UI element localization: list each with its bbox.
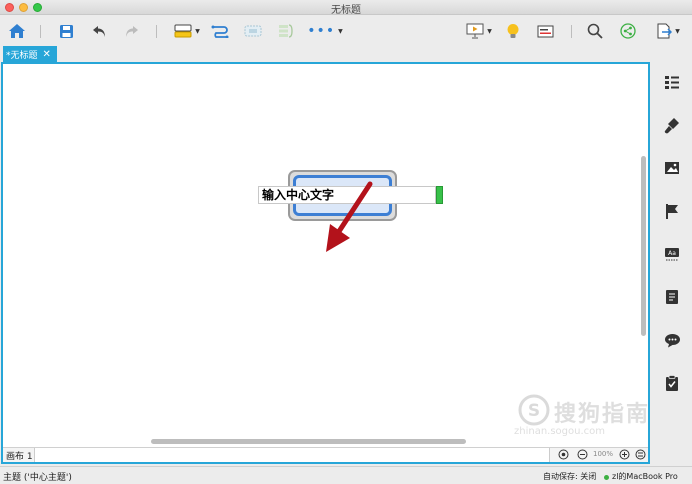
tab-strip: *无标题 ✕ [0, 46, 660, 62]
comment-button[interactable] [662, 330, 682, 350]
task-icon [666, 374, 678, 391]
notes-icon [666, 290, 678, 304]
online-status-icon [604, 475, 609, 480]
insert-topic-button[interactable]: ▼ [170, 20, 204, 42]
chevron-down-icon: ▼ [487, 27, 492, 35]
title-bar: 无标题 [0, 0, 692, 16]
tab-close-icon[interactable]: ✕ [43, 49, 51, 60]
undo-icon [92, 26, 105, 37]
zoom-out-icon[interactable] [577, 449, 588, 463]
save-icon [59, 24, 73, 38]
gantt-button[interactable] [534, 20, 556, 42]
image-button[interactable] [662, 158, 682, 178]
text-editor-resize-handle[interactable] [436, 186, 443, 204]
more-icon: ••• [307, 23, 336, 39]
marker-icon [666, 203, 678, 219]
map-view-icon[interactable] [558, 449, 569, 463]
chevron-down-icon: ▼ [338, 27, 343, 35]
tab-untitled[interactable]: *无标题 ✕ [3, 46, 57, 62]
watermark-url: zhinan.sogou.com [514, 426, 606, 437]
boundary-button[interactable] [242, 20, 264, 42]
redo-button[interactable] [120, 20, 142, 42]
watermark: S 搜狗指南 zhinan.sogou.com [512, 394, 672, 438]
undo-button[interactable] [88, 20, 110, 42]
presentation-icon [466, 23, 484, 39]
search-button[interactable] [584, 20, 606, 42]
export-icon [657, 23, 673, 39]
tab-label: *无标题 [6, 50, 38, 61]
sheet-tabs-area [34, 448, 550, 462]
toolbar-separator [156, 25, 157, 38]
task-button[interactable] [662, 373, 682, 393]
text-style-icon: Aa [665, 248, 679, 261]
summary-icon [279, 24, 293, 38]
relationship-icon [211, 25, 229, 38]
vertical-scrollbar[interactable] [641, 156, 646, 336]
fit-view-icon[interactable] [635, 449, 646, 463]
more-button[interactable]: ••• ▼ [307, 20, 343, 42]
brainstorm-icon [507, 23, 519, 38]
outline-icon [665, 75, 679, 89]
svg-text:Aa: Aa [668, 250, 676, 257]
brainstorm-button[interactable] [502, 20, 524, 42]
zoom-level: 100% [593, 450, 614, 458]
presentation-button[interactable]: ▼ [462, 20, 496, 42]
gantt-icon [537, 25, 553, 37]
toolbar: ▼ ••• ▼ ▼ ▼ [0, 16, 692, 46]
sheet-bar: 画布 1 100% [3, 447, 648, 462]
sheet-tab-label[interactable]: 画布 1 [6, 449, 33, 462]
app-window: 无标题 ▼ ••• ▼ ▼ ▼ *无标题 ✕ 画布 1 100% 输入中心文字 … [0, 0, 692, 484]
format-button[interactable] [662, 115, 682, 135]
home-button[interactable] [6, 20, 28, 42]
text-style-button[interactable]: Aa [662, 244, 682, 264]
svg-text:S: S [528, 401, 540, 421]
chevron-down-icon: ▼ [675, 27, 680, 35]
toolbar-separator [571, 25, 572, 38]
chevron-down-icon: ▼ [195, 27, 200, 35]
zoom-in-icon[interactable] [619, 449, 630, 463]
toolbar-separator [40, 25, 41, 38]
marker-button[interactable] [662, 201, 682, 221]
selected-topic-status: 主题 ('中心主题') [3, 473, 72, 483]
autosave-status[interactable]: 自动保存: 关闭 [543, 471, 596, 482]
redo-icon [125, 26, 138, 37]
notes-button[interactable] [662, 287, 682, 307]
topic-insert-icon [174, 24, 192, 38]
watermark-brand: 搜狗指南 [554, 402, 651, 427]
share-icon [620, 23, 636, 39]
summary-button[interactable] [275, 20, 297, 42]
home-icon [9, 24, 25, 38]
relationship-button[interactable] [208, 20, 232, 42]
window-title: 无标题 [331, 5, 361, 16]
status-bar: 主题 ('中心主题') 自动保存: 关闭 zl的MacBook Pro [0, 466, 692, 484]
export-button[interactable]: ▼ [651, 20, 685, 42]
annotation-arrow-icon [326, 181, 373, 252]
share-button[interactable] [617, 20, 639, 42]
comment-icon [664, 333, 680, 347]
format-icon [664, 117, 679, 133]
outline-button[interactable] [662, 72, 682, 92]
boundary-icon [244, 25, 262, 37]
horizontal-scrollbar[interactable] [151, 439, 466, 444]
save-button[interactable] [55, 20, 77, 42]
device-name: zl的MacBook Pro [612, 472, 678, 481]
image-icon [665, 162, 679, 174]
search-icon [587, 23, 603, 39]
